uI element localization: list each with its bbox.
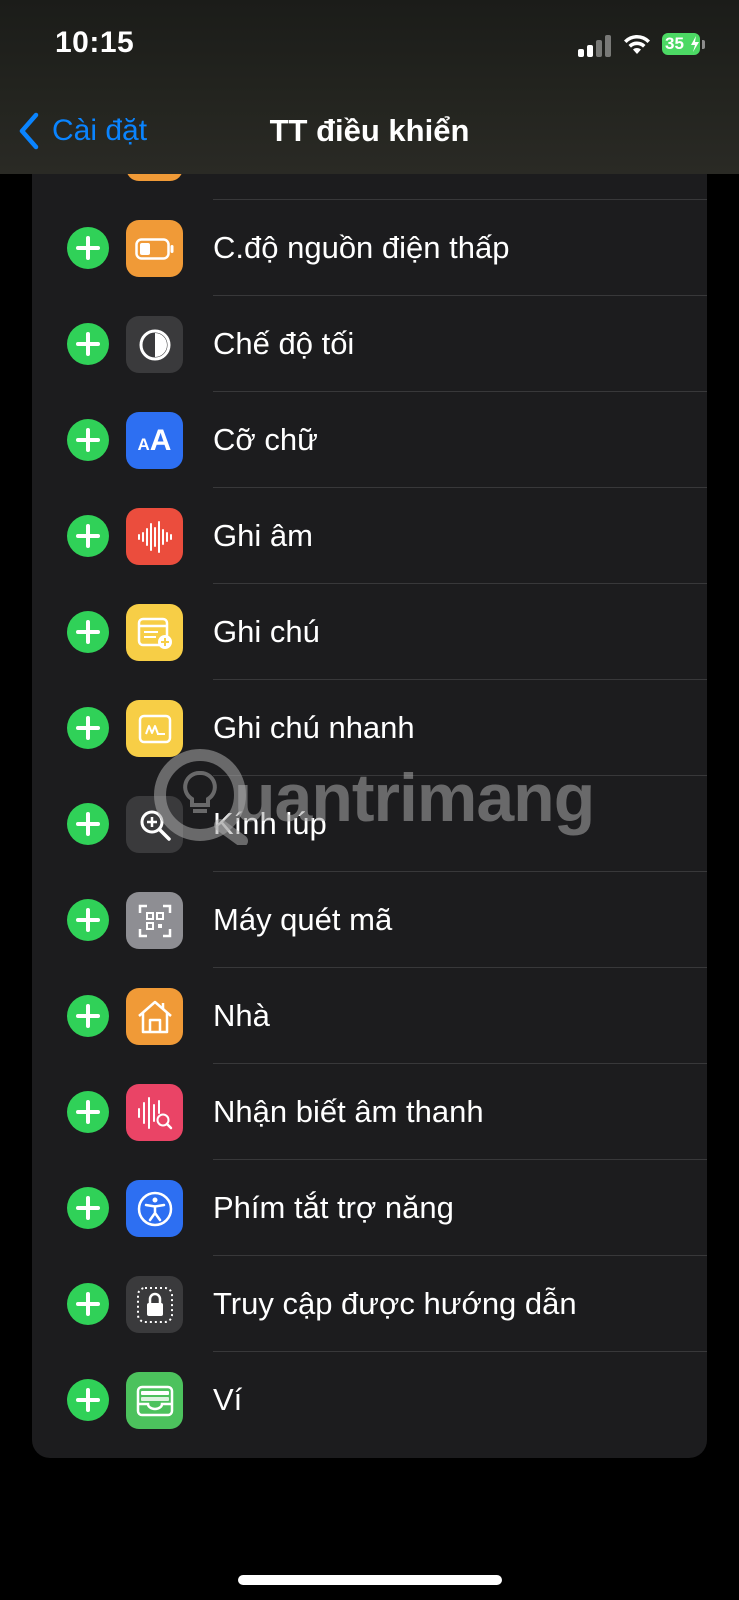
- sound-recognition-icon: [126, 1084, 183, 1141]
- item-label: Kính lúp: [213, 806, 327, 841]
- magnifier-icon: [126, 796, 183, 853]
- list-item-voice-memo[interactable]: Ghi âm: [32, 488, 707, 584]
- item-label: Nhà: [213, 998, 270, 1033]
- cellular-signal-icon: [578, 33, 614, 57]
- list-item-home[interactable]: Nhà: [32, 968, 707, 1064]
- item-label: Máy quét mã: [213, 902, 393, 937]
- page-title: TT điều khiển: [269, 113, 470, 148]
- item-label: Ghi âm: [213, 518, 313, 553]
- home-icon: [126, 988, 183, 1045]
- list-item-sound-recognition[interactable]: Nhận biết âm thanh: [32, 1064, 707, 1160]
- quick-note-icon: [126, 700, 183, 757]
- item-label: Ví: [213, 1382, 243, 1417]
- add-button[interactable]: [67, 227, 109, 269]
- list-item-low-power[interactable]: C.độ nguồn điện thấp: [32, 200, 707, 296]
- list-item-accessibility-shortcut[interactable]: Phím tắt trợ năng: [32, 1160, 707, 1256]
- add-button[interactable]: [67, 611, 109, 653]
- item-label: C.độ nguồn điện thấp: [213, 230, 510, 265]
- add-button[interactable]: [67, 803, 109, 845]
- battery-icon: 35: [662, 33, 706, 57]
- wifi-icon: [624, 34, 650, 54]
- wallet-icon: [126, 1372, 183, 1429]
- add-button[interactable]: [67, 419, 109, 461]
- navigation-bar: Cài đặt TT điều khiển: [0, 90, 739, 174]
- item-label: Nhận biết âm thanh: [213, 1094, 484, 1129]
- item-label: Phím tắt trợ năng: [213, 1190, 454, 1225]
- add-button[interactable]: [67, 1187, 109, 1229]
- dark-mode-icon: [126, 316, 183, 373]
- guided-access-lock-icon: [126, 1276, 183, 1333]
- item-label: Cỡ chữ: [213, 422, 318, 457]
- item-label: Ghi chú nhanh: [213, 710, 415, 745]
- item-label: Ghi chú: [213, 614, 320, 649]
- add-button[interactable]: [67, 899, 109, 941]
- add-button[interactable]: [67, 995, 109, 1037]
- list-item-code-scanner[interactable]: Máy quét mã: [32, 872, 707, 968]
- add-button[interactable]: [67, 323, 109, 365]
- add-button[interactable]: [67, 1379, 109, 1421]
- add-button[interactable]: [67, 515, 109, 557]
- list-item-quick-note[interactable]: Ghi chú nhanh: [32, 680, 707, 776]
- home-indicator[interactable]: [238, 1575, 502, 1585]
- text-size-icon: AA: [126, 412, 183, 469]
- item-label: Chế độ tối: [213, 326, 355, 361]
- list-item-wallet[interactable]: Ví: [32, 1352, 707, 1448]
- accessibility-icon: [126, 1180, 183, 1237]
- list-item-text-size[interactable]: AA Cỡ chữ: [32, 392, 707, 488]
- add-button[interactable]: [67, 1283, 109, 1325]
- controls-list: C.độ nguồn điện thấp Chế độ tối AA Cỡ ch…: [32, 120, 707, 1458]
- list-item-notes[interactable]: Ghi chú: [32, 584, 707, 680]
- add-button[interactable]: [67, 1091, 109, 1133]
- list-item-guided-access[interactable]: Truy cập được hướng dẫn: [32, 1256, 707, 1352]
- qr-code-scanner-icon: [126, 892, 183, 949]
- status-time: 10:15: [55, 26, 135, 59]
- list-item-dark-mode[interactable]: Chế độ tối: [32, 296, 707, 392]
- notes-icon: [126, 604, 183, 661]
- add-button[interactable]: [67, 707, 109, 749]
- list-item-magnifier[interactable]: Kính lúp: [32, 776, 707, 872]
- item-label: Truy cập được hướng dẫn: [213, 1286, 577, 1321]
- low-power-battery-icon: [126, 220, 183, 277]
- voice-memo-waveform-icon: [126, 508, 183, 565]
- charging-bolt-icon: [691, 36, 699, 52]
- status-bar: 10:15 35: [0, 0, 739, 90]
